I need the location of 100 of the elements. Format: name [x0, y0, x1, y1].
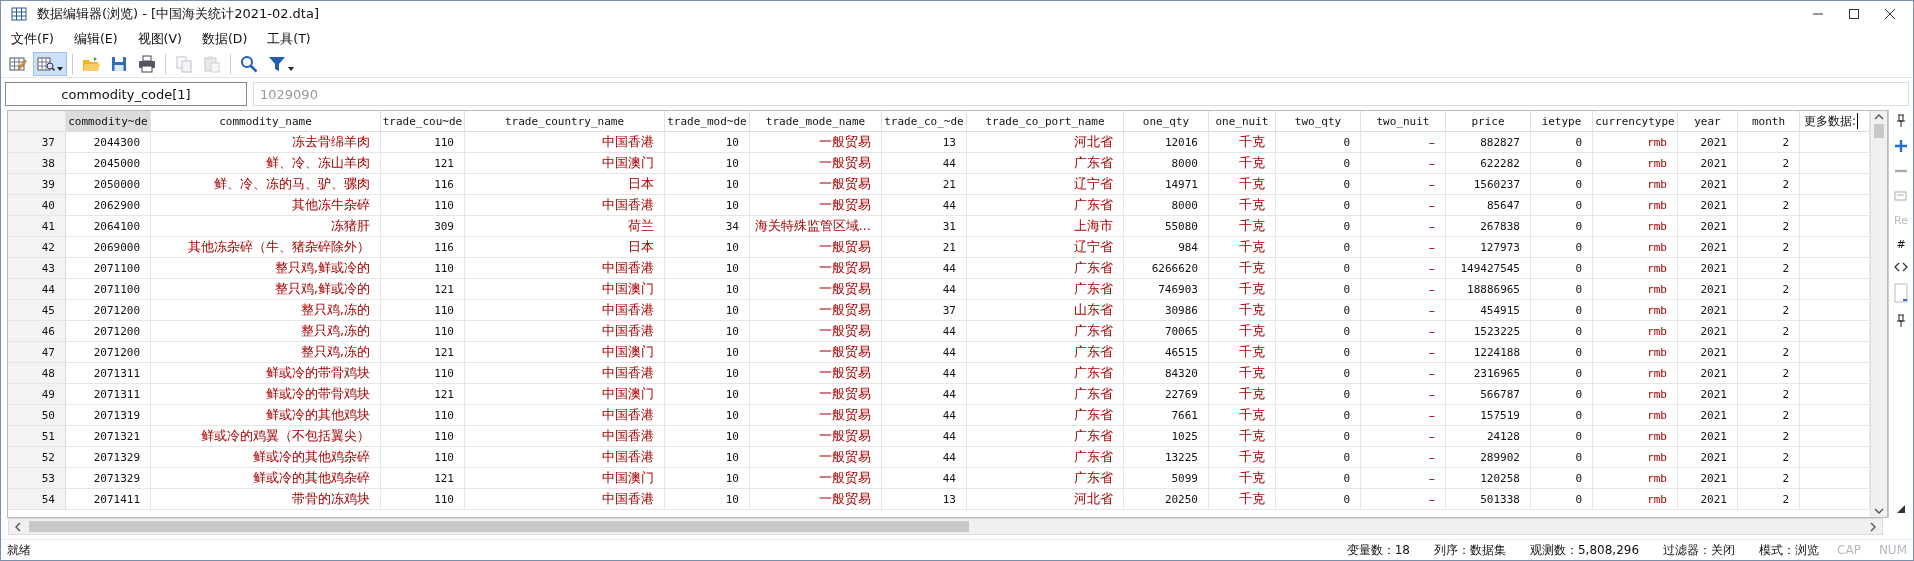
close-icon[interactable]: [1885, 9, 1895, 19]
table-cell: 44: [882, 195, 967, 216]
table-cell: 带骨的冻鸡块: [151, 489, 381, 510]
table-cell: 0: [1531, 132, 1593, 153]
table-cell: 1560237: [1446, 174, 1531, 195]
menu-item[interactable]: 视图(V): [137, 30, 182, 48]
column-header[interactable]: one_nuit: [1209, 111, 1276, 132]
scrollbar-thumb[interactable]: [1874, 124, 1884, 138]
table-cell: 1025: [1124, 426, 1209, 447]
variable-name-field[interactable]: commodity_code[1]: [5, 82, 247, 106]
row-number[interactable]: 39: [8, 174, 66, 195]
table-cell: 2021: [1678, 237, 1738, 258]
row-number[interactable]: 37: [8, 132, 66, 153]
menu-item[interactable]: 编辑(E): [73, 30, 118, 48]
column-header[interactable]: month: [1738, 111, 1800, 132]
window-title: 数据编辑器(浏览) - [中国海关统计2021-02.dta]: [37, 5, 319, 23]
row-number[interactable]: 43: [8, 258, 66, 279]
table-cell: 鲜、冷、冻的马、驴、骡肉: [151, 174, 381, 195]
column-header[interactable]: trade_country_name: [465, 111, 665, 132]
table-cell: 2: [1738, 174, 1800, 195]
row-number[interactable]: 44: [8, 279, 66, 300]
table-cell: 中国澳门: [465, 153, 665, 174]
pin-icon[interactable]: [1896, 114, 1906, 128]
table-cell: 海关特殊监管区域…: [750, 216, 882, 237]
column-header[interactable]: trade_cou~de: [381, 111, 465, 132]
maximize-icon[interactable]: [1849, 9, 1859, 19]
row-number[interactable]: 54: [8, 489, 66, 510]
scroll-right-icon[interactable]: [1870, 521, 1876, 532]
column-header[interactable]: trade_co_~de: [882, 111, 967, 132]
table-cell: 2021: [1678, 258, 1738, 279]
triangle-icon[interactable]: [1896, 504, 1906, 514]
menu-item[interactable]: 文件(F): [11, 30, 54, 48]
row-number[interactable]: 50: [8, 405, 66, 426]
table-cell: 0: [1276, 195, 1361, 216]
table-cell: 2021: [1678, 384, 1738, 405]
row-number[interactable]: 40: [8, 195, 66, 216]
table-cell: 44: [882, 153, 967, 174]
row-number[interactable]: 45: [8, 300, 66, 321]
table-cell: 千克: [1209, 237, 1276, 258]
table-cell: 2: [1738, 489, 1800, 510]
menu-item[interactable]: 工具(T): [267, 30, 311, 48]
table-cell: 0: [1276, 426, 1361, 447]
table-cell: 70065: [1124, 321, 1209, 342]
scroll-down-icon[interactable]: [1874, 508, 1884, 514]
key-indicator: NUM: [1878, 543, 1907, 557]
scroll-up-icon[interactable]: [1874, 114, 1884, 120]
table-cell: 千克: [1209, 468, 1276, 489]
column-header[interactable]: year: [1678, 111, 1738, 132]
table-cell: 44: [882, 447, 967, 468]
row-number[interactable]: 52: [8, 447, 66, 468]
table-cell: 882827: [1446, 132, 1531, 153]
grid-pencil-icon: [9, 55, 27, 73]
table-cell: 24128: [1446, 426, 1531, 447]
plus-icon[interactable]: [1894, 139, 1908, 153]
table-cell: 110: [381, 447, 465, 468]
table-cell: 10: [665, 363, 750, 384]
row-number[interactable]: 46: [8, 321, 66, 342]
table-cell: 0: [1276, 405, 1361, 426]
toolbar-button[interactable]: [33, 52, 67, 76]
table-cell: 149427545: [1446, 258, 1531, 279]
code-icon[interactable]: [1894, 262, 1908, 272]
pin-icon[interactable]: [1896, 314, 1906, 328]
column-header[interactable]: trade_mode_name: [750, 111, 882, 132]
row-number[interactable]: 42: [8, 237, 66, 258]
column-header[interactable]: commodity_name: [151, 111, 381, 132]
table-cell: 0: [1531, 384, 1593, 405]
row-number[interactable]: 53: [8, 468, 66, 489]
column-header[interactable]: ietype: [1531, 111, 1593, 132]
table-cell: 2021: [1678, 132, 1738, 153]
row-number[interactable]: 49: [8, 384, 66, 405]
table-cell: 10: [665, 195, 750, 216]
table-cell: 千克: [1209, 132, 1276, 153]
column-header[interactable]: trade_co_port_name: [967, 111, 1124, 132]
row-number[interactable]: 41: [8, 216, 66, 237]
row-number[interactable]: 48: [8, 363, 66, 384]
table-cell: 30986: [1124, 300, 1209, 321]
column-header[interactable]: price: [1446, 111, 1531, 132]
column-header[interactable]: two_nuit: [1361, 111, 1446, 132]
column-header[interactable]: two_qty: [1276, 111, 1361, 132]
table-cell: 21: [882, 237, 967, 258]
table-cell: 20250: [1124, 489, 1209, 510]
column-header[interactable]: trade_mod~de: [665, 111, 750, 132]
row-number[interactable]: 51: [8, 426, 66, 447]
row-number[interactable]: 38: [8, 153, 66, 174]
table-cell: 广东省: [967, 279, 1124, 300]
table-cell: 中国香港: [465, 405, 665, 426]
field-icon[interactable]: [1894, 283, 1908, 303]
scroll-left-icon[interactable]: [15, 521, 21, 532]
row-number[interactable]: 47: [8, 342, 66, 363]
table-cell: 千克: [1209, 342, 1276, 363]
column-header[interactable]: commodity~de: [66, 111, 151, 132]
table-cell: 山东省: [967, 300, 1124, 321]
column-header[interactable]: currencytype: [1593, 111, 1678, 132]
table-cell: 10: [665, 468, 750, 489]
table-cell: 13225: [1124, 447, 1209, 468]
table-cell: 千克: [1209, 300, 1276, 321]
menu-item[interactable]: 数据(D): [201, 30, 248, 48]
column-header[interactable]: one_qty: [1124, 111, 1209, 132]
scrollbar-thumb[interactable]: [29, 521, 969, 532]
table-cell: 2021: [1678, 426, 1738, 447]
